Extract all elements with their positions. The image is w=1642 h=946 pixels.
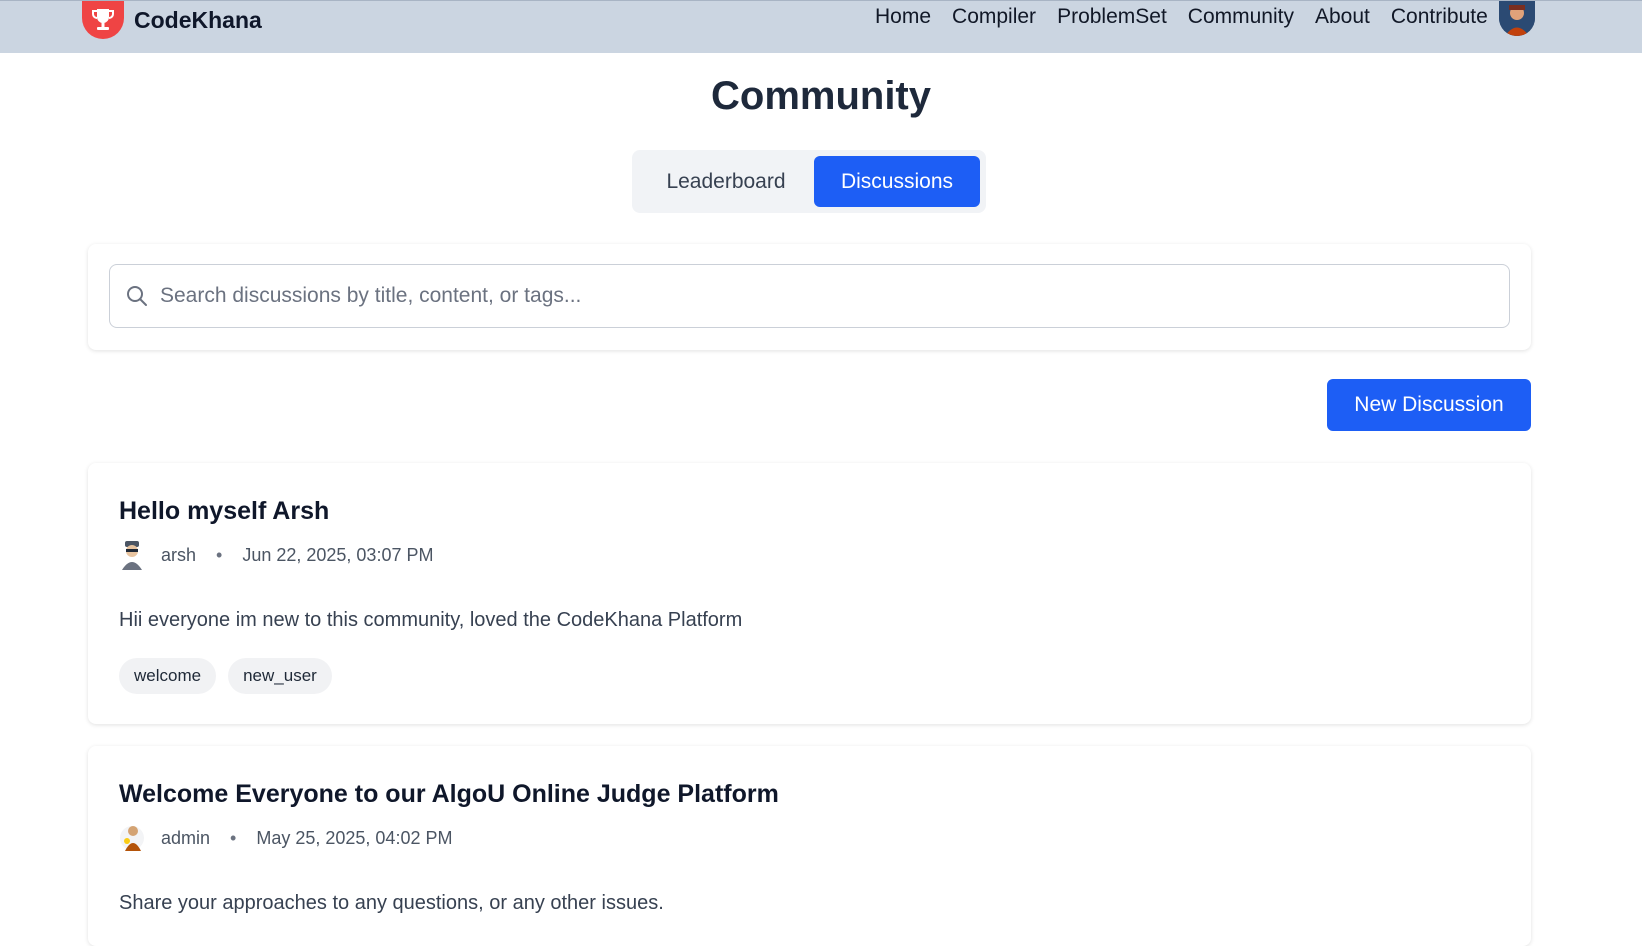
community-tabs: Leaderboard Discussions [632,150,986,213]
tab-discussions[interactable]: Discussions [814,156,980,207]
tag-chip[interactable]: new_user [228,658,332,694]
discussion-content: Share your approaches to any questions, … [119,892,664,914]
trophy-icon [82,1,124,39]
brand[interactable]: CodeKhana [82,1,262,39]
author-avatar [120,826,144,851]
post-date: May 25, 2025, 04:02 PM [256,827,453,848]
new-discussion-button[interactable]: New Discussion [1327,379,1531,431]
tag-list: welcome new_user [119,658,344,694]
page-title: Community [711,74,931,118]
discussion-card[interactable]: Welcome Everyone to our AlgoU Online Jud… [88,746,1531,946]
tab-leaderboard[interactable]: Leaderboard [638,156,814,207]
author-name[interactable]: arsh [161,545,196,566]
author-avatar [122,541,142,570]
tag-chip[interactable]: welcome [119,658,217,694]
meta-separator: • [216,544,223,565]
nav-problemset[interactable]: ProblemSet [1057,5,1167,29]
post-date: Jun 22, 2025, 03:07 PM [242,544,434,565]
discussion-meta: admin • May 25, 2025, 04:02 PM [119,823,452,853]
discussion-card[interactable]: Hello myself Arsh arsh • Jun 22, 2025, 0… [88,463,1531,724]
author-name[interactable]: admin [161,828,210,849]
nav-contribute[interactable]: Contribute [1391,5,1488,29]
nav-links: Home Compiler ProblemSet Community About… [875,1,1509,33]
discussion-title[interactable]: Hello myself Arsh [119,497,329,526]
discussion-title[interactable]: Welcome Everyone to our AlgoU Online Jud… [119,780,779,809]
nav-compiler[interactable]: Compiler [952,5,1036,29]
nav-community[interactable]: Community [1188,5,1294,29]
discussion-content: Hii everyone im new to this community, l… [119,609,743,631]
search-card [88,244,1531,350]
search-icon [126,285,148,312]
nav-home[interactable]: Home [875,5,931,29]
meta-separator: • [230,827,237,848]
nav-about[interactable]: About [1315,5,1370,29]
search-box [109,264,1510,328]
user-avatar[interactable] [1499,1,1535,36]
brand-name: CodeKhana [134,6,262,33]
discussion-meta: arsh • Jun 22, 2025, 03:07 PM [119,540,433,570]
search-input[interactable] [160,265,1490,327]
top-navbar: CodeKhana Home Compiler ProblemSet Commu… [0,0,1642,53]
